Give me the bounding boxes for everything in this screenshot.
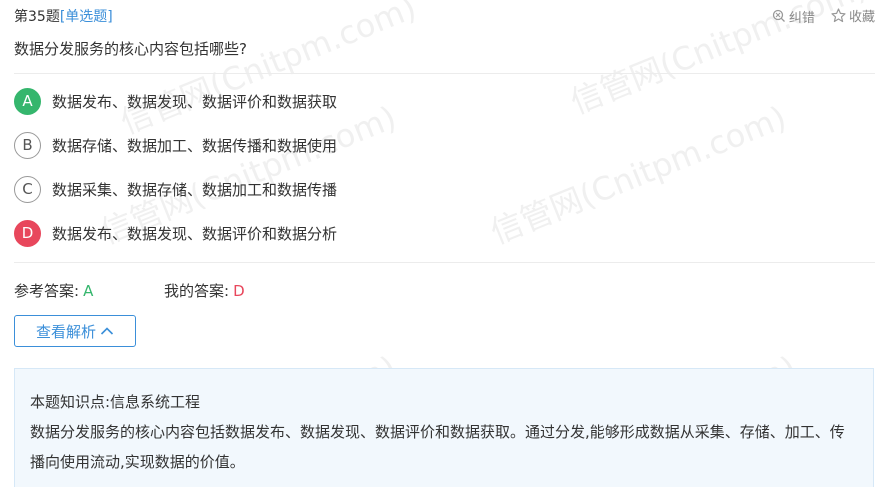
analysis-panel: 本题知识点:信息系统工程 数据分发服务的核心内容包括数据发布、数据发现、数据评价… [14, 368, 874, 487]
question-text: 数据分发服务的核心内容包括哪些? [14, 40, 247, 58]
option-c[interactable]: C 数据采集、数据存储、数据加工和数据传播 [14, 175, 337, 203]
divider [14, 73, 875, 74]
report-error-label: 纠错 [788, 10, 815, 26]
question-type: [单选题] [59, 9, 113, 25]
report-error-button[interactable]: 纠错 [772, 7, 815, 26]
option-b[interactable]: B 数据存储、数据加工、数据传播和数据使用 [14, 131, 337, 159]
option-a[interactable]: A 数据发布、数据发现、数据评价和数据获取 [14, 87, 337, 115]
reference-answer-value: A [83, 282, 94, 300]
watermark: 信管网(Cnitpm.com) [485, 98, 792, 252]
question-actions: 纠错 收藏 [760, 6, 875, 27]
option-letter: B [14, 131, 41, 159]
divider [14, 262, 875, 263]
question-number: 第35题 [14, 9, 60, 25]
option-text: 数据存储、数据加工、数据传播和数据使用 [52, 136, 338, 155]
analysis-body: 数据分发服务的核心内容包括数据发布、数据发现、数据评价和数据获取。通过分发,能够… [30, 423, 845, 471]
option-d[interactable]: D 数据发布、数据发现、数据评价和数据分析 [14, 219, 337, 247]
view-analysis-label: 查看解析 [35, 322, 96, 341]
reference-answer-label: 参考答案: [14, 282, 80, 300]
option-letter: A [14, 87, 41, 115]
question-header: 第35题[单选题] 纠错 收藏 [14, 6, 875, 26]
option-letter: C [14, 175, 41, 203]
favorite-label: 收藏 [848, 10, 875, 25]
option-text: 数据发布、数据发现、数据评价和数据获取 [52, 92, 338, 111]
knowledge-point: 本题知识点:信息系统工程 [30, 393, 201, 411]
option-letter: D [14, 219, 41, 247]
chevron-up-icon [100, 327, 114, 335]
my-answer-label: 我的答案: [164, 282, 230, 300]
my-answer-value: D [233, 282, 245, 300]
report-icon [772, 9, 785, 22]
option-text: 数据采集、数据存储、数据加工和数据传播 [52, 180, 338, 199]
star-icon [831, 8, 846, 23]
option-text: 数据发布、数据发现、数据评价和数据分析 [52, 224, 338, 243]
question-page: 信管网(Cnitpm.com) 信管网(Cnitpm.com) 信管网(Cnit… [0, 0, 883, 487]
view-analysis-button[interactable]: 查看解析 [14, 315, 136, 347]
answer-summary: 参考答案: A 我的答案: D [14, 280, 245, 301]
favorite-button[interactable]: 收藏 [831, 6, 875, 25]
